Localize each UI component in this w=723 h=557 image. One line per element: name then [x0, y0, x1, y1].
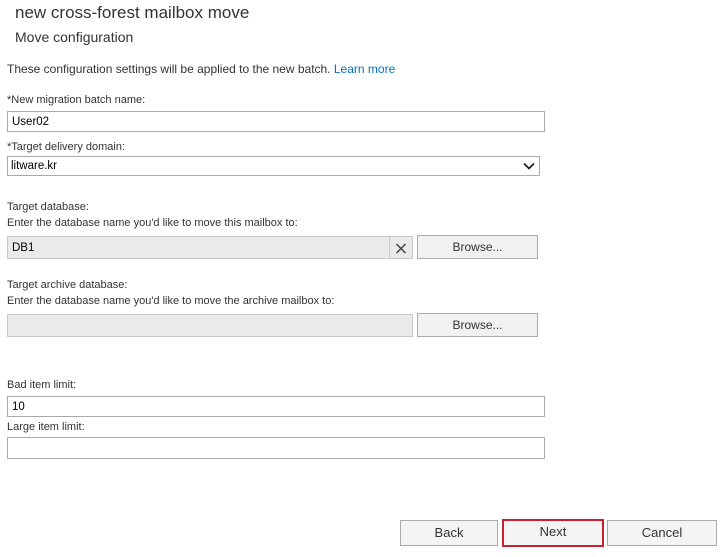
bad-item-limit-label: Bad item limit: — [7, 379, 77, 391]
target-database-input[interactable]: DB1 — [7, 236, 413, 259]
target-database-help: Enter the database name you'd like to mo… — [7, 217, 298, 229]
target-database-value: DB1 — [12, 242, 35, 254]
batch-name-label: *New migration batch name: — [7, 94, 146, 106]
target-database-label: Target database: — [7, 201, 89, 213]
archive-database-browse-button[interactable]: Browse... — [417, 313, 538, 337]
archive-database-label: Target archive database: — [7, 279, 128, 291]
archive-database-input[interactable] — [7, 314, 413, 337]
delivery-domain-label: *Target delivery domain: — [7, 141, 126, 153]
learn-more-link[interactable]: Learn more — [334, 62, 395, 76]
archive-database-help: Enter the database name you'd like to mo… — [7, 295, 335, 307]
intro-text-container: These configuration settings will be app… — [7, 62, 395, 76]
delivery-domain-select[interactable]: litware.kr — [7, 156, 540, 176]
back-button[interactable]: Back — [400, 520, 498, 546]
large-item-limit-input[interactable] — [7, 437, 545, 459]
page-title: new cross-forest mailbox move — [15, 3, 250, 22]
intro-text: These configuration settings will be app… — [7, 62, 331, 76]
next-button[interactable]: Next — [502, 519, 604, 547]
bad-item-limit-input[interactable]: 10 — [7, 396, 545, 417]
delivery-domain-value: litware.kr — [11, 160, 58, 172]
target-database-browse-button[interactable]: Browse... — [417, 235, 538, 259]
page-subtitle: Move configuration — [15, 29, 134, 45]
large-item-limit-label: Large item limit: — [7, 421, 85, 433]
batch-name-input[interactable]: User02 — [7, 111, 545, 132]
clear-icon[interactable] — [389, 237, 412, 258]
chevron-down-icon — [523, 162, 535, 170]
cancel-button[interactable]: Cancel — [607, 520, 717, 546]
